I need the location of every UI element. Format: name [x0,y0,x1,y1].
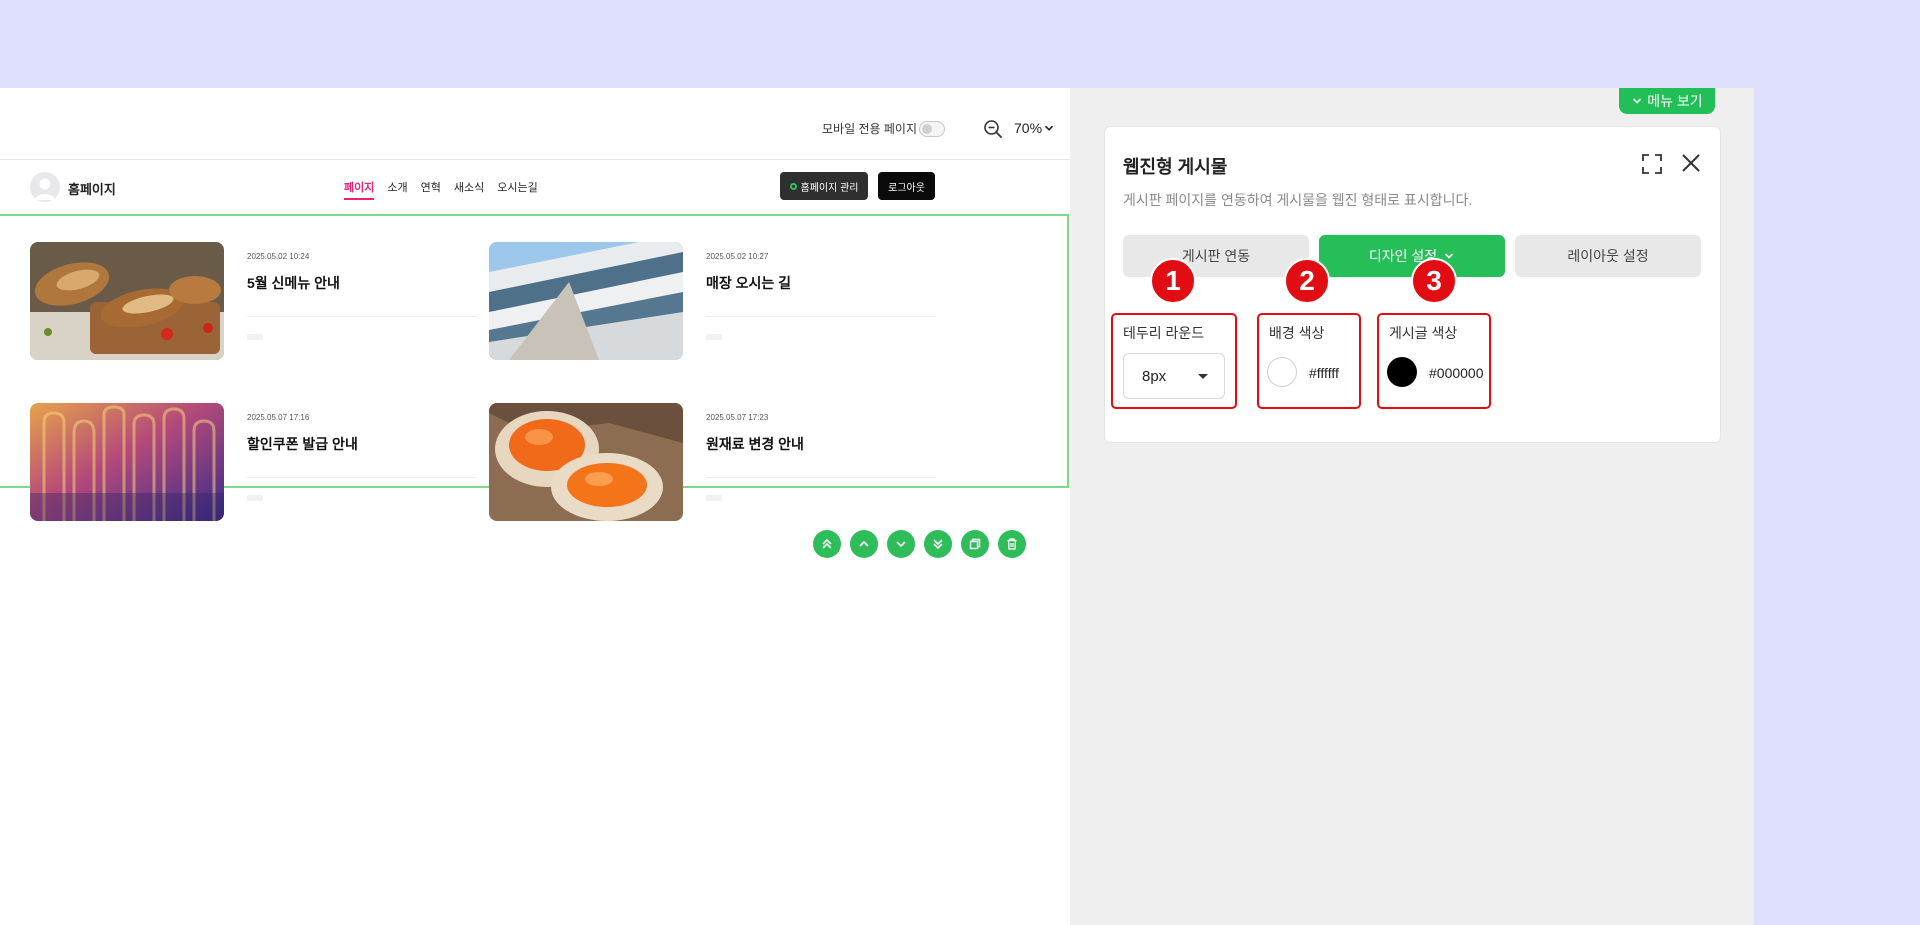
menu-view-button[interactable]: 메뉴 보기 [1619,88,1715,114]
bg-color-field: 배경 색상 #ffffff [1257,313,1361,409]
copy-icon [969,538,981,550]
webzine-board-block[interactable]: 2025.05.02 10:24 5월 신메뉴 안내 2025.05.02 10… [0,214,1069,521]
mobile-only-toggle[interactable] [919,121,945,137]
site-nav: 페이지 소개 연혁 새소식 오시는길 [344,179,538,200]
post-meta-placeholder [706,334,722,340]
post-color-value[interactable]: #000000 [1429,365,1484,381]
close-icon[interactable] [1679,151,1703,175]
post-color-field: 게시글 색상 #000000 [1377,313,1491,409]
chevron-up-icon [859,540,869,547]
user-icon [35,178,55,200]
site-nav-item-about[interactable]: 소개 [387,179,407,200]
site-nav-item-directions[interactable]: 오시는길 [497,179,537,200]
chevron-down-icon [1633,98,1642,104]
tab-board-link[interactable]: 게시판 연동 [1123,235,1309,277]
zoom-value: 70% [1014,120,1043,136]
post-thumbnail [30,403,224,521]
menu-view-label: 메뉴 보기 [1647,93,1703,109]
zoom-out-icon[interactable] [982,118,1004,140]
double-chevron-down-icon [933,539,943,550]
post-thumbnail [489,403,683,521]
post-divider [706,477,936,478]
post-date: 2025.05.02 10:27 [706,252,769,261]
border-radius-select[interactable]: 8px [1123,353,1225,399]
border-radius-field: 테두리 라운드 8px [1111,313,1237,409]
chevron-down-icon [896,541,906,548]
bg-color-label: 배경 색상 [1269,325,1325,341]
site-nav-item-page[interactable]: 페이지 [344,179,375,200]
duplicate-button[interactable] [961,530,989,558]
site-header: 홈페이지 페이지 소개 연혁 새소식 오시는길 홈페이지 관리 로그아웃 [0,160,1070,214]
site-logout-button[interactable]: 로그아웃 [878,172,935,200]
tab-layout[interactable]: 레이아웃 설정 [1515,235,1701,277]
step-badge-3: 3 [1411,258,1457,304]
site-manage-button[interactable]: 홈페이지 관리 [780,172,868,200]
post-divider [247,316,477,317]
list-item[interactable]: 2025.05.02 10:27 매장 오시는 길 [489,242,949,360]
post-title[interactable]: 원재료 변경 안내 [706,434,804,454]
trash-icon [1007,538,1017,550]
post-thumbnail [489,242,683,360]
post-meta-placeholder [247,334,263,340]
move-to-bottom-button[interactable] [924,530,952,558]
post-color-swatch[interactable] [1387,357,1417,387]
post-divider [247,477,477,478]
list-item[interactable]: 2025.05.02 10:24 5월 신메뉴 안내 [30,242,490,360]
double-chevron-up-icon [822,538,832,549]
status-dot-icon [789,182,797,190]
expand-icon[interactable] [1641,153,1663,175]
post-title[interactable]: 할인쿠폰 발급 안내 [247,434,358,454]
move-to-top-button[interactable] [813,530,841,558]
list-item[interactable]: 2025.05.07 17:16 할인쿠폰 발급 안내 [30,403,490,521]
caret-down-icon [1198,374,1208,379]
step-badge-1: 1 [1150,258,1196,304]
zoom-select[interactable]: 70% [1014,120,1054,136]
page-preview: 모바일 전용 페이지 70% 홈페이지 페이지 소개 연혁 새소식 오시는길 홈… [0,88,1070,925]
panel-description: 게시판 페이지를 연동하여 게시물을 웹진 형태로 표시합니다. [1123,192,1473,208]
block-toolbar [813,530,1026,558]
list-item[interactable]: 2025.05.07 17:23 원재료 변경 안내 [489,403,949,521]
border-radius-label: 테두리 라운드 [1123,325,1205,341]
move-up-button[interactable] [850,530,878,558]
post-title[interactable]: 5월 신메뉴 안내 [247,273,340,293]
step-badge-2: 2 [1284,258,1330,304]
post-color-label: 게시글 색상 [1389,325,1458,341]
delete-button[interactable] [998,530,1026,558]
bg-color-value[interactable]: #ffffff [1309,365,1339,381]
site-nav-item-history[interactable]: 연혁 [421,179,441,200]
preview-toolbar: 모바일 전용 페이지 70% [0,108,1070,148]
post-thumbnail [30,242,224,360]
toggle-knob [922,124,932,134]
post-date: 2025.05.07 17:16 [247,413,310,422]
bg-color-swatch[interactable] [1267,357,1297,387]
move-down-button[interactable] [887,530,915,558]
post-meta-placeholder [247,495,263,501]
post-date: 2025.05.07 17:23 [706,413,769,422]
post-divider [706,316,936,317]
post-title[interactable]: 매장 오시는 길 [706,273,791,293]
post-meta-placeholder [706,495,722,501]
mobile-only-label: 모바일 전용 페이지 [822,122,917,136]
site-manage-label: 홈페이지 관리 [800,182,859,194]
post-date: 2025.05.02 10:24 [247,252,310,261]
avatar [30,172,60,202]
panel-title: 웹진형 게시물 [1123,157,1228,177]
site-brand: 홈페이지 [68,182,116,197]
chevron-down-icon [1044,125,1054,131]
border-radius-value: 8px [1142,368,1167,385]
site-nav-item-news[interactable]: 새소식 [454,179,484,200]
